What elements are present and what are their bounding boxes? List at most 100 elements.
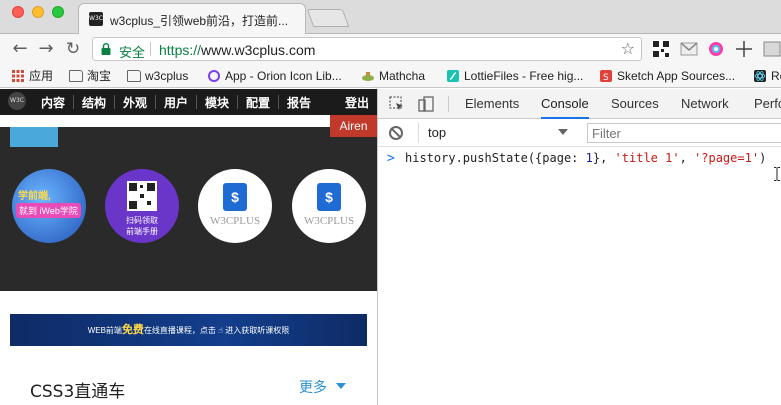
bookmark-lottiefiles[interactable]: LottieFiles - Free hig... [446,68,583,84]
code-segment: history.pushState({page: [405,151,586,165]
console-command[interactable]: history.pushState({page: 1}, 'title 1', … [405,151,766,165]
nav-divider [114,95,115,109]
new-tab-button[interactable] [306,9,350,27]
inspect-element-icon[interactable] [389,96,405,112]
image-extension-icon[interactable] [763,40,781,58]
bookmark-react[interactable]: Re [753,68,781,84]
omnibox-separator [150,42,151,56]
code-segment: ) [759,151,767,165]
lock-icon [101,43,111,55]
dollar-document-icon: $ [317,183,341,211]
console-filter-input[interactable] [587,123,781,143]
promo-ad-slot-1[interactable]: $ W3CPLUS [198,169,272,243]
code-segment: }, [592,151,615,165]
execution-context-select[interactable]: top [418,123,578,143]
bookmark-folder-w3cplus[interactable]: w3cplus [127,68,188,84]
close-window-button[interactable] [12,6,24,18]
promo-yuanke-line1: 扫码领取 [126,216,158,225]
folder-icon [127,70,141,82]
browser-tab-active[interactable]: W3C w3cplus_引领web前沿，打造前... [78,3,306,34]
address-bar[interactable]: 安全 https://www.w3cplus.com ☆ [92,37,642,61]
user-badge[interactable]: Airen [330,115,377,137]
maximize-window-button[interactable] [52,6,64,18]
nav-item-reports[interactable]: 报告 [287,94,311,111]
lottie-icon [447,70,459,82]
nav-item-config[interactable]: 配置 [246,94,270,111]
promo-iweb-image[interactable]: 学前端, 就到 iWeb学院 [12,169,86,243]
bookmark-label: Re [771,69,781,83]
browser-toolbar: ← → ↻ 安全 https://www.w3cplus.com ☆ [0,34,781,64]
banner-prefix: WEB前端 [87,326,122,335]
site-favicon-icon: W3C [89,12,103,26]
promo-yuanke-line2: 前端手册 [126,227,158,236]
ad-watermark: W3CPLUS [209,215,261,227]
promo-ad-slot-2[interactable]: $ W3CPLUS [292,169,366,243]
bookmark-sketch-app-sources[interactable]: S Sketch App Sources... [599,68,735,84]
nav-divider [73,95,74,109]
bookmark-mathcha[interactable]: Mathcha [361,68,425,84]
tab-console[interactable]: Console [541,89,589,119]
chevron-down-icon[interactable] [336,383,346,389]
back-arrow-icon[interactable]: ← [10,39,30,59]
bookmark-label: w3cplus [145,69,189,83]
url-scheme: https:// [159,42,202,58]
logout-link[interactable]: 登出 [345,94,369,111]
bookmark-folder-taobao[interactable]: 淘宝 [69,68,111,84]
bookmark-label: 淘宝 [87,69,112,83]
promo-iweb-line1: 学前端, [18,191,51,202]
crosshair-extension-icon[interactable] [735,40,753,58]
chevron-down-icon[interactable] [558,129,568,135]
nav-item-modules[interactable]: 模块 [205,94,229,111]
nav-item-users[interactable]: 用户 [164,94,188,111]
pointer-hand-icon: ☝ [218,326,224,335]
dollar-document-icon: $ [223,183,247,211]
code-segment: , [679,151,695,165]
mathcha-icon [362,72,374,81]
tab-title: w3cplus_引领web前沿，打造前... [110,14,289,28]
site-logo[interactable]: W3C [8,92,26,110]
live-course-banner[interactable]: WEB前端免费在线直播课程，点击 ☝ 进入获取听课权限 [10,314,367,346]
tab-performance[interactable]: Perfo [754,89,781,119]
url-text: https://www.w3cplus.com [159,42,315,58]
bookmark-orion[interactable]: App - Orion Icon Lib... [207,68,342,84]
devtools-panel: Elements Console Sources Network Perfo t… [377,89,781,405]
bookmark-label: Sketch App Sources... [617,69,736,83]
gmail-extension-icon[interactable] [680,40,698,58]
minimize-window-button[interactable] [32,6,44,18]
secure-label: 安全 [119,45,146,60]
text-cursor-icon [774,167,780,181]
console-toolbar: top [378,119,781,147]
apps-grid-icon [12,70,24,82]
forward-arrow-icon[interactable]: → [36,39,56,59]
reload-icon[interactable]: ↻ [63,39,83,59]
qr-code-extension-icon[interactable] [652,40,670,58]
web-page-viewport: W3C 内容 结构 外观 用户 模块 配置 报告 登出 学前端, 就到 iWeb… [0,89,377,405]
nav-item-content[interactable]: 内容 [41,94,65,111]
promo-label-ad-1[interactable]: 诚征AD [185,292,285,316]
tab-elements[interactable]: Elements [465,89,519,119]
promo-label-yuanke[interactable]: 猿课FE [92,292,192,316]
react-icon [754,70,766,82]
device-toolbar-icon[interactable] [418,96,434,112]
bookmark-apps[interactable]: 应用 [11,68,53,84]
nav-item-structure[interactable]: 结构 [82,94,106,111]
more-link[interactable]: 更多 [299,377,327,397]
color-picker-extension-icon[interactable] [707,40,725,58]
nav-divider [237,95,238,109]
tab-network[interactable]: Network [681,89,729,119]
promo-yuanke-qr-image[interactable]: 扫码领取 前端手册 [105,169,179,243]
console-input-line[interactable]: > history.pushState({page: 1}, 'title 1'… [378,147,781,169]
nav-divider [155,95,156,109]
bookmark-star-icon[interactable]: ☆ [621,39,635,58]
site-admin-nav: W3C 内容 结构 外观 用户 模块 配置 报告 登出 [0,89,377,115]
bookmarks-bar: 应用 淘宝 w3cplus App - Orion Icon Lib... Ma… [0,64,781,88]
promo-label-ad-2[interactable]: 诚征AD [279,292,377,316]
tab-sources[interactable]: Sources [611,89,659,119]
code-number: 1 [585,151,593,165]
code-string: 'title 1' [614,151,680,165]
clear-console-icon[interactable] [389,126,403,140]
svg-text:S: S [603,73,609,82]
promo-label-iweb[interactable]: iWeb学院 [0,292,98,316]
banner-suffix: 进入获取听课权限 [225,326,290,335]
nav-item-appearance[interactable]: 外观 [123,94,147,111]
